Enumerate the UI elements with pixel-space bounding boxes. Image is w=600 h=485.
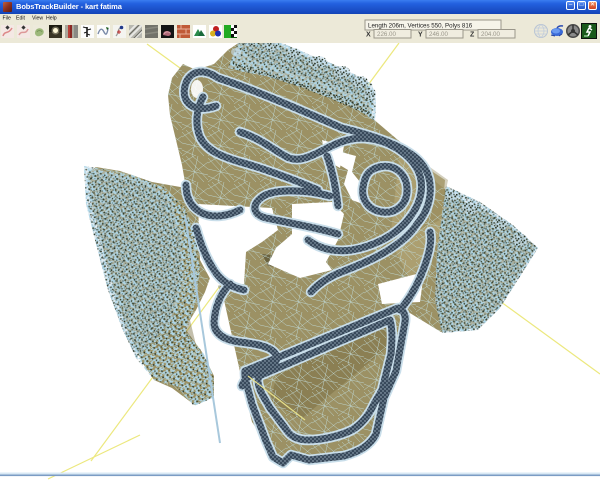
svg-text:File: File: [3, 16, 11, 22]
svg-text:204.00: 204.00: [481, 31, 500, 38]
svg-text:226.00: 226.00: [377, 31, 396, 38]
svg-text:View: View: [32, 16, 43, 22]
svg-text:Y: Y: [418, 32, 423, 39]
svg-text:246.00: 246.00: [429, 31, 448, 38]
svg-text:Z: Z: [470, 32, 475, 39]
svg-text:Help: Help: [46, 16, 57, 22]
svg-text:Length 206m, Vertices 550, Pol: Length 206m, Vertices 550, Polys 816: [368, 23, 473, 30]
svg-text:X: X: [366, 32, 371, 39]
svg-text:Edit: Edit: [16, 16, 25, 22]
